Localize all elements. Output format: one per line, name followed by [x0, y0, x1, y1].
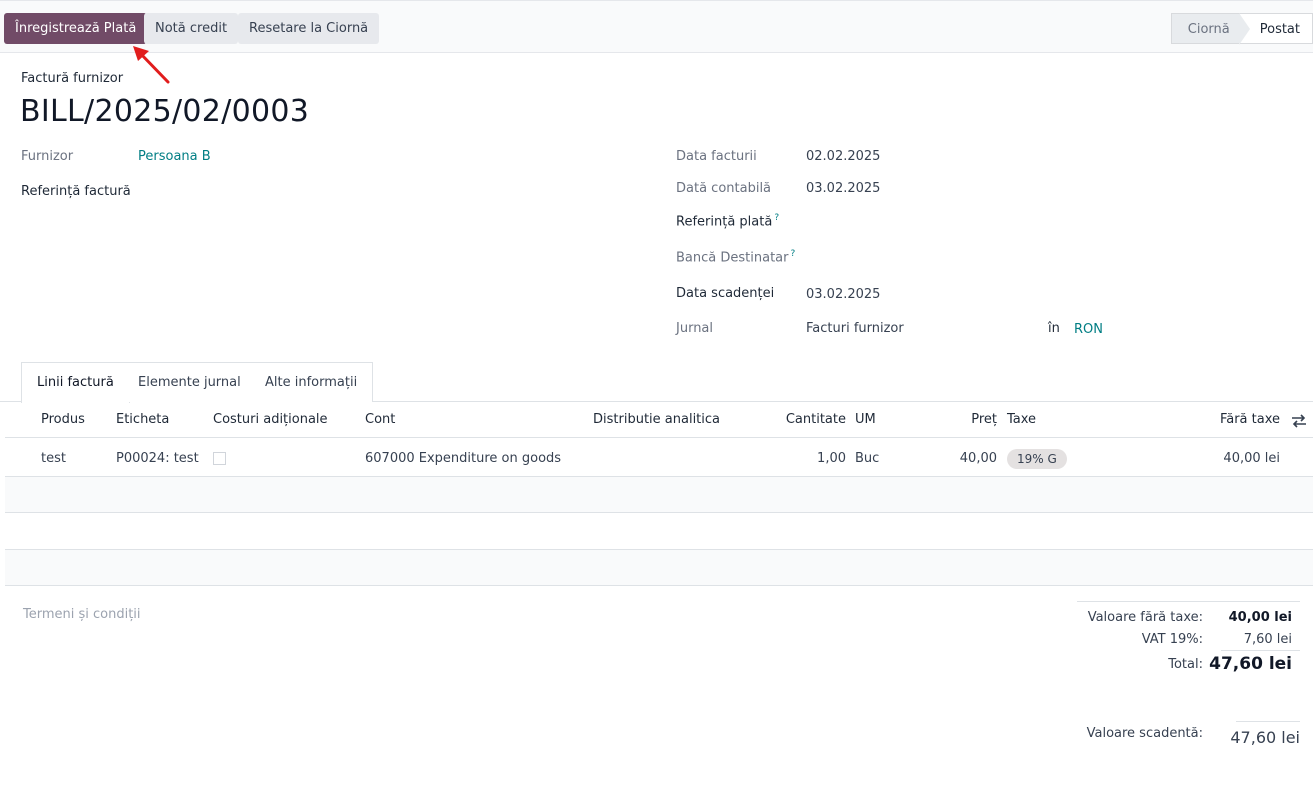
journal-value[interactable]: Facturi furnizor [806, 321, 904, 336]
totals-divider [1221, 650, 1300, 651]
document-type-label: Factură furnizor [21, 71, 124, 86]
terms-conditions-field[interactable]: Termeni și condiții [23, 607, 141, 622]
reset-to-draft-button[interactable]: Resetare la Ciornă [238, 13, 380, 44]
due-date-label: Data scadenței [676, 286, 775, 301]
tab-invoice-lines[interactable]: Linii factură [21, 362, 130, 403]
register-payment-button[interactable]: Înregistrează Plată [4, 13, 148, 44]
line-uom[interactable]: Buc [855, 451, 879, 466]
line-price[interactable]: 40,00 [960, 451, 997, 466]
optional-columns-toggle-icon[interactable] [1291, 414, 1307, 428]
currency-link[interactable]: RON [1074, 322, 1103, 337]
notebook-tabs: Linii factură Elemente jurnal Alte infor… [0, 362, 1313, 403]
column-header-quantity[interactable]: Cantitate [786, 412, 846, 427]
line-subtotal: 40,00 lei [1223, 451, 1280, 466]
column-header-label[interactable]: Eticheta [116, 412, 169, 427]
vendor-label: Furnizor [21, 149, 74, 164]
annotation-arrow-icon [133, 46, 170, 84]
status-posted[interactable]: Postat [1238, 13, 1313, 45]
untaxed-amount-value: 40,00 lei [1228, 610, 1292, 625]
currency-in-label: în [1048, 321, 1060, 336]
help-icon[interactable]: ? [774, 213, 779, 223]
vat-value: 7,60 lei [1243, 632, 1292, 647]
column-header-price[interactable]: Preț [971, 412, 997, 427]
line-label[interactable]: P00024: test [116, 451, 199, 466]
table-divider [5, 585, 1313, 586]
status-draft[interactable]: Ciornă [1170, 13, 1240, 44]
page-title: BILL/2025/02/0003 [20, 94, 310, 129]
line-account[interactable]: 607000 Expenditure on goods [365, 451, 561, 466]
payment-reference-label: Referință plată? [676, 213, 780, 230]
tab-other-info[interactable]: Alte informații [250, 362, 374, 402]
accounting-date-label: Dată contabilă [676, 181, 772, 196]
credit-note-button[interactable]: Notă credit [144, 13, 239, 44]
control-panel: Înregistrează Plată Notă credit Resetare… [0, 0, 1313, 53]
invoice-date-value[interactable]: 02.02.2025 [806, 149, 880, 164]
vendor-link[interactable]: Persoana B [138, 149, 211, 164]
status-bar: Ciornă Postat [1170, 13, 1313, 45]
invoice-date-label: Data facturii [676, 149, 757, 164]
amount-due-label: Valoare scadentă: [1086, 726, 1203, 741]
vat-label: VAT 19%: [1141, 632, 1203, 647]
empty-table-row[interactable] [5, 513, 1313, 549]
column-header-subtotal[interactable]: Fără taxe [1220, 412, 1280, 427]
tax-badge[interactable]: 19% G [1007, 449, 1067, 469]
column-header-product[interactable]: Produs [41, 412, 85, 427]
column-header-analytic[interactable]: Distributie analitica [593, 412, 720, 427]
totals-divider [1077, 601, 1300, 602]
amount-due-value: 47,60 lei [1230, 728, 1300, 747]
journal-label: Jurnal [676, 321, 714, 336]
empty-table-row[interactable] [5, 477, 1313, 512]
accounting-date-value[interactable]: 03.02.2025 [806, 181, 880, 196]
column-header-taxes[interactable]: Taxe [1007, 412, 1036, 427]
line-quantity[interactable]: 1,00 [817, 451, 846, 466]
landed-costs-checkbox[interactable] [213, 452, 226, 465]
bill-reference-label: Referință factură [21, 184, 131, 199]
due-date-value[interactable]: 03.02.2025 [806, 287, 880, 302]
column-header-uom[interactable]: UM [855, 412, 876, 427]
empty-table-row[interactable] [5, 550, 1313, 585]
total-label: Total: [1168, 657, 1203, 672]
tab-journal-items[interactable]: Elemente jurnal [123, 362, 257, 402]
recipient-bank-label: Bancă Destinatar? [676, 249, 796, 266]
column-header-account[interactable]: Cont [365, 412, 395, 427]
totals-divider [1236, 721, 1300, 722]
total-value: 47,60 lei [1209, 654, 1292, 674]
table-divider [5, 437, 1313, 438]
column-header-landed-costs[interactable]: Costuri adiționale [213, 412, 328, 427]
line-product-link[interactable]: test [41, 451, 66, 466]
untaxed-amount-label: Valoare fără taxe: [1087, 610, 1203, 625]
help-icon[interactable]: ? [790, 249, 795, 259]
